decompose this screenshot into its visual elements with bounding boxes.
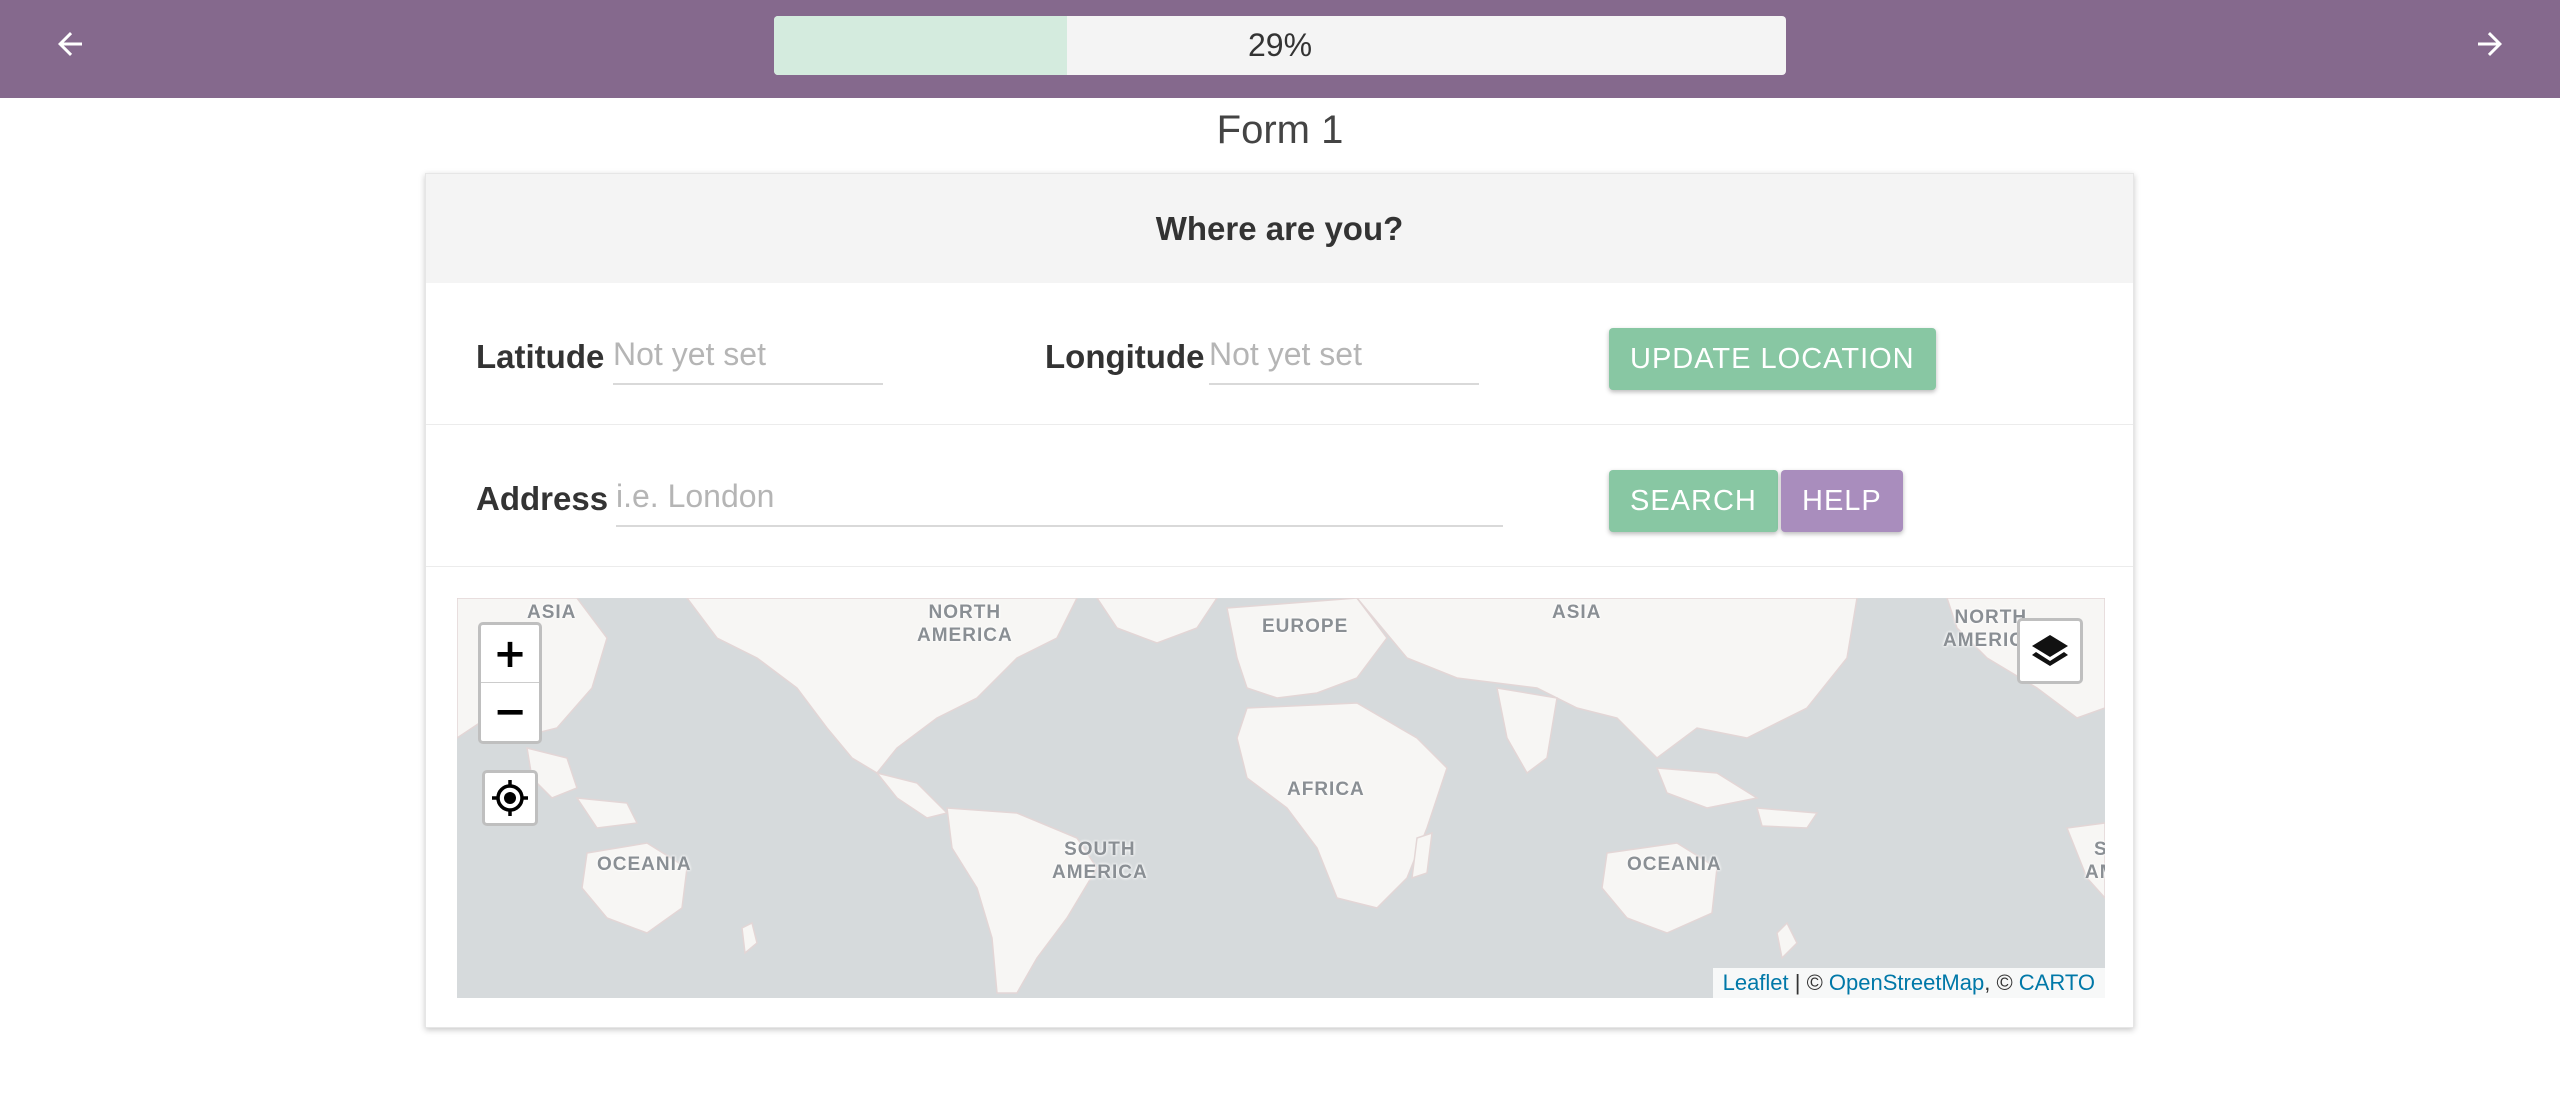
leaflet-link[interactable]: Leaflet [1723, 970, 1789, 996]
attribution-separator: , © [1984, 970, 2019, 995]
zoom-in-button[interactable]: + [481, 625, 539, 683]
top-bar: 29% [0, 0, 2560, 98]
arrow-right-icon [2478, 32, 2502, 56]
address-input[interactable] [616, 478, 1503, 527]
progress-label: 29% [1247, 27, 1313, 63]
address-label: Address [476, 480, 609, 517]
card-header: Where are you? [426, 174, 2133, 283]
back-button[interactable] [40, 19, 100, 69]
layers-icon [2032, 635, 2068, 666]
map[interactable]: ASIA NORTH AMERICA EUROPE ASIA NORTH AMERI… [457, 598, 2105, 998]
help-button[interactable]: HELP [1781, 470, 1903, 532]
progress-bar: 29% [774, 16, 1786, 75]
zoom-control: + − [478, 622, 542, 744]
locate-button[interactable] [482, 770, 538, 826]
zoom-out-button[interactable]: − [481, 683, 539, 741]
carto-link[interactable]: CARTO [2019, 970, 2095, 996]
openstreetmap-link[interactable]: OpenStreetMap [1829, 970, 1984, 996]
crosshair-icon [492, 780, 528, 816]
attribution-separator: | © [1788, 970, 1829, 995]
map-attribution: Leaflet | © OpenStreetMap , © CARTO [1712, 968, 2105, 998]
map-label: OCEANIA [597, 854, 692, 875]
search-button[interactable]: SEARCH [1609, 470, 1778, 532]
map-label: OCEANIA [1627, 854, 1722, 875]
map-label: SAM [2085, 839, 2105, 883]
map-label: ASIA [527, 602, 577, 623]
address-row: Address SEARCH HELP [426, 425, 2133, 567]
longitude-input[interactable] [1209, 336, 1479, 385]
layers-button[interactable] [2017, 618, 2083, 684]
map-label: EUROPE [1262, 616, 1349, 637]
arrow-left-icon [58, 32, 82, 56]
forward-button[interactable] [2460, 19, 2520, 69]
map-label: SOUTH AMERICA [1052, 839, 1148, 883]
latitude-label: Latitude [476, 338, 605, 375]
update-location-button[interactable]: UPDATE LOCATION [1609, 328, 1936, 390]
map-label: ASIA [1552, 602, 1602, 623]
form-title: Form 1 [1216, 108, 1344, 152]
location-card: Where are you? Latitude Longitude UPDATE… [425, 173, 2134, 1028]
map-label: AFRICA [1287, 779, 1365, 800]
longitude-label: Longitude [1045, 338, 1205, 375]
coordinates-row: Latitude Longitude UPDATE LOCATION [426, 283, 2133, 425]
world-map-tiles [457, 598, 2105, 994]
latitude-input[interactable] [613, 336, 883, 385]
map-label: NORTH AMERICA [917, 602, 1013, 646]
